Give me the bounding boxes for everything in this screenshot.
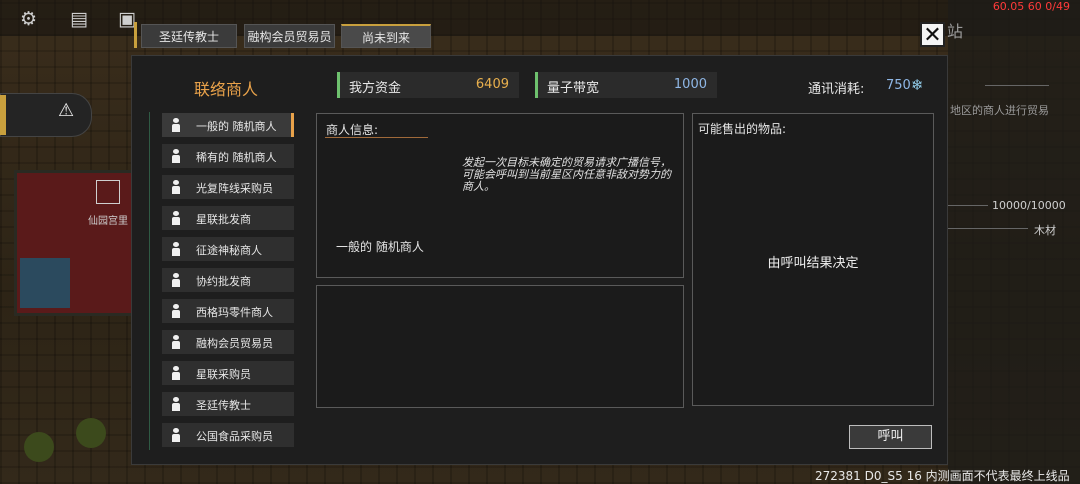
- merchant-item[interactable]: 公国食品采购员: [162, 423, 294, 447]
- funds-stat: 我方资金 6409: [337, 72, 519, 98]
- comm-cost-value: 750: [886, 78, 911, 93]
- close-icon: ✕: [923, 23, 942, 48]
- merchant-item-label: 光复阵线采购员: [196, 182, 273, 195]
- merchant-info-underline: [325, 137, 428, 138]
- person-icon: [172, 273, 180, 287]
- bandwidth-stat: 量子带宽 1000: [535, 72, 717, 98]
- tab-merchant-2[interactable]: 融构会员贸易员: [244, 24, 335, 48]
- merchant-item[interactable]: 圣廷传教士: [162, 392, 294, 416]
- merchant-detail-box: [316, 285, 684, 408]
- divider: [985, 85, 1049, 86]
- resource-capacity: 10000/10000: [992, 199, 1066, 212]
- merchant-item-label: 西格玛零件商人: [196, 306, 273, 319]
- selected-merchant-name: 一般的 随机商人: [336, 240, 424, 254]
- merchant-item[interactable]: 西格玛零件商人: [162, 299, 294, 323]
- person-icon: [172, 149, 180, 163]
- fps-counter: 60.05 60 0/49: [992, 0, 1070, 13]
- person-icon: [172, 397, 180, 411]
- tree-icon: [24, 432, 54, 462]
- merchant-item-label: 征途神秘商人: [196, 244, 262, 257]
- person-icon: [172, 304, 180, 318]
- merchant-description: 发起一次目标未确定的贸易请求广播信号，可能会呼叫到当前星区内任意非敌对势力的商人…: [462, 156, 671, 193]
- funds-value: 6409: [475, 77, 509, 92]
- merchant-item[interactable]: 星联批发商: [162, 206, 294, 230]
- merchant-item[interactable]: 征途神秘商人: [162, 237, 294, 261]
- merchant-item[interactable]: 稀有的 随机商人: [162, 144, 294, 168]
- funds-label: 我方资金: [349, 81, 402, 96]
- merchant-item-label: 协约批发商: [196, 275, 251, 288]
- divider: [948, 228, 1028, 229]
- merchant-list-rail: [149, 112, 150, 450]
- goods-title: 可能售出的物品:: [698, 122, 787, 136]
- person-icon: [172, 335, 180, 349]
- close-button[interactable]: ✕: [920, 22, 945, 48]
- map-location-label: 仙园宫里: [88, 216, 128, 227]
- resource-name: 木材: [1034, 224, 1056, 237]
- merchant-item[interactable]: 星联采购员: [162, 361, 294, 385]
- tab-pending[interactable]: 尚未到来: [341, 24, 431, 48]
- comm-cost-label: 通讯消耗:: [808, 82, 865, 97]
- merchant-item-label: 一般的 随机商人: [196, 120, 277, 133]
- merchant-item-label: 稀有的 随机商人: [196, 151, 277, 164]
- bandwidth-stat-bar: [535, 72, 538, 98]
- merchant-item-label: 圣廷传教士: [196, 399, 251, 412]
- divider: [948, 205, 988, 206]
- snowflake-icon: ❄: [911, 76, 924, 94]
- right-panel-title: 站: [947, 22, 964, 41]
- person-icon: [172, 211, 180, 225]
- warning-icon[interactable]: ⚠: [58, 100, 74, 121]
- bandwidth-label: 量子带宽: [547, 81, 600, 96]
- merchant-info-title: 商人信息:: [326, 123, 379, 137]
- person-icon: [172, 118, 180, 132]
- merchant-item[interactable]: 融构会员贸易员: [162, 330, 294, 354]
- funds-stat-bar: [337, 72, 340, 98]
- panel-title: 联络商人: [194, 80, 259, 99]
- map-selection-box: [96, 180, 120, 204]
- merchant-item[interactable]: 光复阵线采购员: [162, 175, 294, 199]
- call-button[interactable]: 呼叫: [849, 425, 932, 449]
- gear-icon[interactable]: ⚙: [20, 8, 37, 30]
- map-room-bed: [20, 258, 70, 308]
- person-icon: [172, 242, 180, 256]
- merchant-item[interactable]: 一般的 随机商人: [162, 113, 294, 137]
- merchant-item-label: 星联采购员: [196, 368, 251, 381]
- right-side-panel: [948, 0, 1080, 484]
- right-panel-hint: 地区的商人进行贸易: [950, 104, 1049, 117]
- bandwidth-value: 1000: [673, 77, 707, 92]
- person-icon: [172, 180, 180, 194]
- alert-drawer-edge: [0, 95, 6, 135]
- selected-indicator: [291, 113, 294, 137]
- merchant-item-label: 公国食品采购员: [196, 430, 273, 443]
- goods-result: 由呼叫结果决定: [767, 256, 859, 271]
- merchant-item-label: 星联批发商: [196, 213, 251, 226]
- tab-accent: [134, 22, 137, 48]
- merchant-item-label: 融构会员贸易员: [196, 337, 273, 350]
- version-watermark: 272381 D0_S5 16 内测画面不代表最终上线品质: [815, 469, 1070, 483]
- tab-merchant-1[interactable]: 圣廷传教士: [141, 24, 237, 48]
- person-icon: [172, 428, 180, 442]
- merchant-item[interactable]: 协约批发商: [162, 268, 294, 292]
- alert-drawer[interactable]: [0, 93, 92, 137]
- tree-icon: [76, 418, 106, 448]
- person-icon: [172, 366, 180, 380]
- chat-icon[interactable]: ▤: [70, 8, 88, 30]
